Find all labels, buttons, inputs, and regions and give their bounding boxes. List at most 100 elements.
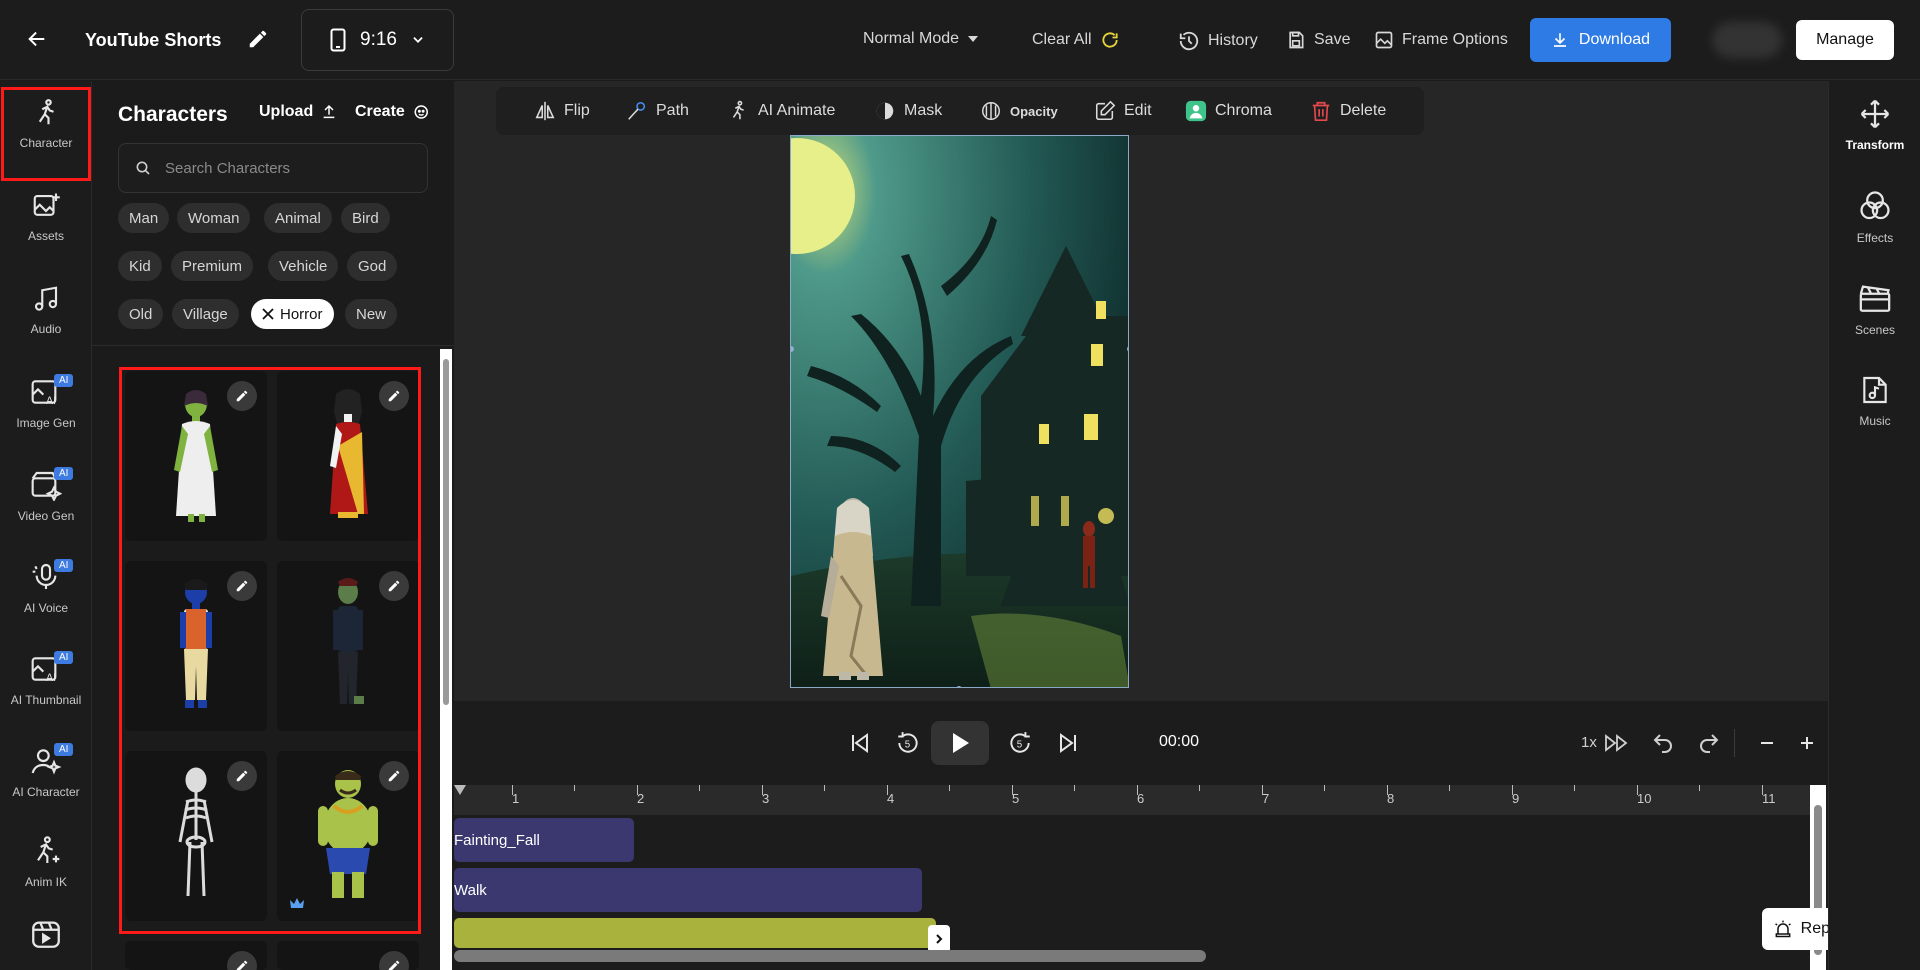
edit-character-button[interactable] xyxy=(379,951,409,970)
video-library-icon xyxy=(29,917,63,951)
rail-music[interactable]: Music xyxy=(1829,374,1920,428)
aspect-ratio-select[interactable]: 9:16 xyxy=(301,9,454,71)
filter-chip-man[interactable]: Man xyxy=(118,203,170,233)
timeline-expand-button[interactable] xyxy=(928,925,950,953)
filter-chip-village[interactable]: Village xyxy=(172,299,239,329)
tool-label: Edit xyxy=(1124,102,1152,119)
rail-label: Transform xyxy=(1845,138,1905,152)
playhead-icon[interactable] xyxy=(454,785,468,799)
pencil-icon xyxy=(247,28,269,50)
rename-button[interactable] xyxy=(247,28,269,50)
zoom-out-button[interactable] xyxy=(1752,721,1782,765)
character-card[interactable] xyxy=(125,941,267,970)
plus-icon xyxy=(1799,735,1815,751)
filter-chip-god[interactable]: God xyxy=(347,251,398,281)
timeline-clip[interactable] xyxy=(454,918,936,948)
rail-audio[interactable]: Audio xyxy=(0,284,92,336)
scene-canvas[interactable] xyxy=(790,135,1129,688)
filter-chip-horror[interactable]: Horror xyxy=(251,299,334,329)
timeline-horizontal-scrollbar[interactable] xyxy=(454,950,1206,962)
delete-button[interactable]: Delete xyxy=(1310,87,1386,135)
timeline[interactable]: 1 2 3 4 5 6 7 8 9 10 11 Fainting_Fall Wa xyxy=(454,785,1828,970)
rail-image-gen[interactable]: AI AI Image Gen xyxy=(0,374,92,430)
search-box[interactable] xyxy=(118,143,428,193)
manage-button[interactable]: Manage xyxy=(1796,20,1894,60)
undo-icon xyxy=(1651,731,1675,755)
filter-chip-woman[interactable]: Woman xyxy=(177,203,251,233)
filter-chip-old[interactable]: Old xyxy=(118,299,164,329)
filter-chip-vehicle[interactable]: Vehicle xyxy=(268,251,339,281)
panel-scrollbar[interactable] xyxy=(440,349,452,970)
undo-button[interactable] xyxy=(1648,721,1678,765)
mask-button[interactable]: Mask xyxy=(874,87,942,135)
create-button[interactable]: Create xyxy=(355,103,431,121)
haunted-scene-image xyxy=(791,136,1128,687)
filter-chip-kid[interactable]: Kid xyxy=(118,251,162,281)
skip-to-end-button[interactable] xyxy=(1050,721,1086,765)
rail-effects[interactable]: Effects xyxy=(1829,189,1920,245)
chroma-button[interactable]: Chroma xyxy=(1185,87,1272,135)
speed-button[interactable] xyxy=(1602,721,1632,765)
filter-chip-new[interactable]: New xyxy=(345,299,398,329)
frame-options-button[interactable]: Frame Options xyxy=(1374,30,1508,50)
search-input[interactable] xyxy=(165,159,405,177)
characters-panel: Characters Upload Create Man Woman Anima… xyxy=(92,81,454,970)
ruler-tick xyxy=(1449,785,1450,791)
timeline-ruler[interactable]: 1 2 3 4 5 6 7 8 9 10 11 xyxy=(454,785,1810,815)
back-button[interactable] xyxy=(26,28,48,50)
opacity-button[interactable]: Opacity xyxy=(980,87,1058,135)
tool-label: AI Animate xyxy=(758,102,836,119)
skip-to-start-button[interactable] xyxy=(842,721,878,765)
rewind-5-button[interactable]: 5 xyxy=(890,721,926,765)
character-card[interactable] xyxy=(277,941,419,970)
timeline-clip[interactable]: Walk xyxy=(454,868,922,912)
edit-character-button[interactable] xyxy=(227,951,257,970)
chip-label: Horror xyxy=(280,305,323,323)
history-icon xyxy=(1178,30,1200,52)
save-button[interactable]: Save xyxy=(1286,30,1350,50)
edit-button[interactable]: Edit xyxy=(1094,87,1152,135)
rail-more[interactable] xyxy=(0,917,92,951)
upload-button[interactable]: Upload xyxy=(259,103,337,121)
rail-ai-character[interactable]: AI AI Character xyxy=(0,743,92,799)
forward-5-button[interactable]: 5 xyxy=(1002,721,1038,765)
history-button[interactable]: History xyxy=(1178,30,1258,52)
minus-icon xyxy=(1759,735,1775,751)
path-button[interactable]: Path xyxy=(626,87,689,135)
tool-label: Opacity xyxy=(1010,103,1058,119)
user-avatar[interactable] xyxy=(1712,22,1782,58)
rail-scenes[interactable]: Scenes xyxy=(1829,281,1920,337)
redo-button[interactable] xyxy=(1694,721,1724,765)
rail-label: Image Gen xyxy=(16,416,76,430)
flip-button[interactable]: Flip xyxy=(534,87,590,135)
filter-chip-premium[interactable]: Premium xyxy=(171,251,254,281)
zoom-in-button[interactable] xyxy=(1792,721,1822,765)
timeline-clip[interactable]: Fainting_Fall xyxy=(454,818,634,862)
divider xyxy=(92,345,454,346)
clip-label: Fainting_Fall xyxy=(454,831,540,849)
ai-animate-button[interactable]: AI Animate xyxy=(728,87,835,135)
rail-transform[interactable]: Transform xyxy=(1829,98,1920,152)
filter-chip-animal[interactable]: Animal xyxy=(264,203,332,233)
download-button[interactable]: Download xyxy=(1530,18,1671,62)
rail-ai-thumbnail[interactable]: AI AI AI Thumbnail xyxy=(0,651,92,707)
rail-label: Assets xyxy=(27,229,64,243)
rail-label: Video Gen xyxy=(17,509,75,523)
clear-all-button[interactable]: Clear All xyxy=(1032,30,1120,50)
play-button[interactable] xyxy=(931,721,989,765)
rail-assets[interactable]: Assets xyxy=(0,191,92,243)
rail-anim-ik[interactable]: Anim IK xyxy=(0,835,92,889)
fast-forward-icon: 5 xyxy=(1007,730,1033,756)
alarm-icon xyxy=(1773,919,1793,939)
rail-ai-voice[interactable]: AI AI Voice xyxy=(0,559,92,615)
filter-chip-bird[interactable]: Bird xyxy=(341,203,390,233)
rail-video-gen[interactable]: AI Video Gen xyxy=(0,467,92,523)
ruler-label: 5 xyxy=(1012,791,1020,806)
scrollbar-thumb[interactable] xyxy=(443,359,449,705)
playback-speed[interactable]: 1x xyxy=(1581,734,1597,751)
chevron-down-icon xyxy=(411,33,425,47)
mode-select[interactable]: Normal Mode xyxy=(863,30,979,48)
right-rail: Transform Effects Scenes Music xyxy=(1828,81,1920,970)
close-icon[interactable] xyxy=(262,308,274,320)
panel-title: Characters xyxy=(118,103,228,126)
